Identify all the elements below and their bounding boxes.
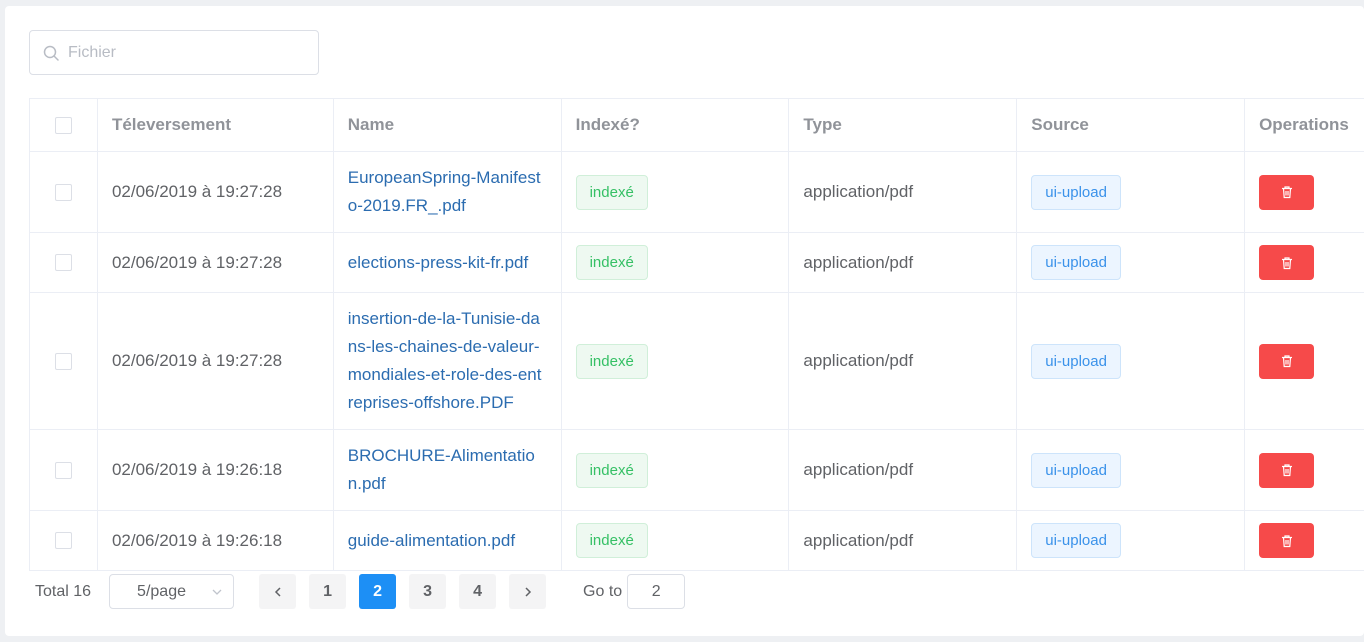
header-name: Name bbox=[334, 99, 562, 151]
file-name-link[interactable]: insertion-de-la-Tunisie-dans-les-chaines… bbox=[348, 305, 547, 417]
table-header: Téleversement Name Indexé? Type Source O… bbox=[30, 99, 1364, 152]
file-name-link[interactable]: elections-press-kit-fr.pdf bbox=[348, 249, 528, 277]
search-box[interactable] bbox=[29, 30, 319, 75]
source-cell: ui-upload bbox=[1017, 233, 1246, 292]
indexed-tag: indexé bbox=[575, 523, 648, 558]
source-tag: ui-upload bbox=[1031, 245, 1121, 280]
source-tag: ui-upload bbox=[1031, 452, 1121, 488]
type-cell: application/pdf bbox=[789, 430, 1018, 510]
file-name-link[interactable]: BROCHURE-Alimentation.pdf bbox=[348, 442, 547, 498]
pagination: Total 16 5/page 1 2 3 4 Go to bbox=[35, 574, 686, 609]
header-select-cell bbox=[30, 99, 98, 151]
operations-cell bbox=[1245, 293, 1364, 429]
select-all-checkbox[interactable] bbox=[54, 116, 72, 134]
name-cell: elections-press-kit-fr.pdf bbox=[334, 233, 562, 292]
row-checkbox[interactable] bbox=[54, 352, 72, 370]
trash-icon bbox=[1281, 256, 1292, 269]
select-cell bbox=[30, 233, 98, 292]
type-cell: application/pdf bbox=[789, 152, 1018, 232]
upload-date: 02/06/2019 à 19:27:28 bbox=[98, 233, 334, 292]
row-checkbox[interactable] bbox=[54, 183, 72, 201]
indexed-cell: indexé bbox=[562, 152, 790, 232]
source-tag: ui-upload bbox=[1031, 174, 1121, 210]
upload-date: 02/06/2019 à 19:27:28 bbox=[98, 293, 334, 429]
type-cell: application/pdf bbox=[789, 511, 1018, 570]
goto-label: Go to bbox=[583, 582, 623, 600]
name-cell: EuropeanSpring-Manifesto-2019.FR_.pdf bbox=[334, 152, 562, 232]
operations-cell bbox=[1245, 430, 1364, 510]
total-count: Total 16 bbox=[35, 582, 92, 600]
upload-date: 02/06/2019 à 19:26:18 bbox=[98, 511, 334, 570]
row-checkbox[interactable] bbox=[54, 461, 72, 479]
page-button-3[interactable]: 3 bbox=[409, 574, 447, 609]
page-size-value: 5/page bbox=[137, 582, 186, 600]
file-name-link[interactable]: EuropeanSpring-Manifesto-2019.FR_.pdf bbox=[348, 164, 547, 220]
indexed-tag: indexé bbox=[575, 174, 648, 210]
source-cell: ui-upload bbox=[1017, 511, 1246, 570]
page-button-1[interactable]: 1 bbox=[309, 574, 347, 609]
file-name-link[interactable]: guide-alimentation.pdf bbox=[348, 527, 515, 555]
prev-page-button[interactable] bbox=[259, 574, 297, 609]
header-upload: Téleversement bbox=[98, 99, 334, 151]
select-cell bbox=[30, 293, 98, 429]
goto-page: Go to bbox=[583, 574, 686, 609]
indexed-tag: indexé bbox=[575, 343, 648, 379]
type-cell: application/pdf bbox=[789, 293, 1018, 429]
chevron-right-icon bbox=[525, 586, 531, 597]
page-button-4[interactable]: 4 bbox=[459, 574, 497, 609]
delete-button[interactable] bbox=[1259, 245, 1315, 280]
source-cell: ui-upload bbox=[1017, 152, 1246, 232]
chevron-down-icon bbox=[212, 589, 222, 595]
header-indexed: Indexé? bbox=[562, 99, 790, 151]
trash-icon bbox=[1281, 355, 1292, 368]
page-size-select[interactable]: 5/page bbox=[109, 574, 235, 609]
upload-date: 02/06/2019 à 19:27:28 bbox=[98, 152, 334, 232]
header-source: Source bbox=[1017, 99, 1246, 151]
type-cell: application/pdf bbox=[789, 233, 1018, 292]
indexed-cell: indexé bbox=[562, 293, 790, 429]
table-row: 02/06/2019 à 19:26:18 guide-alimentation… bbox=[30, 511, 1364, 571]
table-row: 02/06/2019 à 19:27:28 elections-press-ki… bbox=[30, 233, 1364, 293]
row-checkbox[interactable] bbox=[54, 254, 72, 271]
table-row: 02/06/2019 à 19:27:28 insertion-de-la-Tu… bbox=[30, 293, 1364, 430]
source-cell: ui-upload bbox=[1017, 293, 1246, 429]
delete-button[interactable] bbox=[1259, 452, 1315, 488]
select-cell bbox=[30, 511, 98, 570]
select-cell bbox=[30, 152, 98, 232]
name-cell: guide-alimentation.pdf bbox=[334, 511, 562, 570]
select-cell bbox=[30, 430, 98, 510]
delete-button[interactable] bbox=[1259, 343, 1315, 379]
trash-icon bbox=[1281, 464, 1292, 477]
source-tag: ui-upload bbox=[1031, 523, 1121, 558]
name-cell: BROCHURE-Alimentation.pdf bbox=[334, 430, 562, 510]
chevron-left-icon bbox=[274, 586, 281, 597]
next-page-button[interactable] bbox=[509, 574, 547, 609]
table-row: 02/06/2019 à 19:27:28 EuropeanSpring-Man… bbox=[30, 152, 1364, 233]
operations-cell bbox=[1245, 233, 1364, 292]
trash-icon bbox=[1281, 534, 1292, 547]
name-cell: insertion-de-la-Tunisie-dans-les-chaines… bbox=[334, 293, 562, 429]
table-row: 02/06/2019 à 19:26:18 BROCHURE-Alimentat… bbox=[30, 430, 1364, 511]
source-tag: ui-upload bbox=[1031, 343, 1121, 379]
indexed-tag: indexé bbox=[575, 245, 648, 280]
indexed-cell: indexé bbox=[562, 511, 790, 570]
delete-button[interactable] bbox=[1259, 523, 1315, 558]
upload-date: 02/06/2019 à 19:26:18 bbox=[98, 430, 334, 510]
indexed-tag: indexé bbox=[575, 452, 648, 488]
indexed-cell: indexé bbox=[562, 430, 790, 510]
search-icon bbox=[43, 45, 59, 61]
operations-cell bbox=[1245, 511, 1364, 570]
page-button-2[interactable]: 2 bbox=[359, 574, 397, 609]
indexed-cell: indexé bbox=[562, 233, 790, 292]
operations-cell bbox=[1245, 152, 1364, 232]
source-cell: ui-upload bbox=[1017, 430, 1246, 510]
header-operations: Operations bbox=[1259, 115, 1349, 134]
header-type: Type bbox=[789, 99, 1018, 151]
row-checkbox[interactable] bbox=[54, 532, 72, 549]
search-input[interactable] bbox=[30, 31, 318, 74]
delete-button[interactable] bbox=[1259, 174, 1315, 210]
files-table: Téleversement Name Indexé? Type Source O… bbox=[29, 98, 1364, 571]
trash-icon bbox=[1281, 186, 1292, 199]
goto-input[interactable] bbox=[627, 574, 686, 609]
